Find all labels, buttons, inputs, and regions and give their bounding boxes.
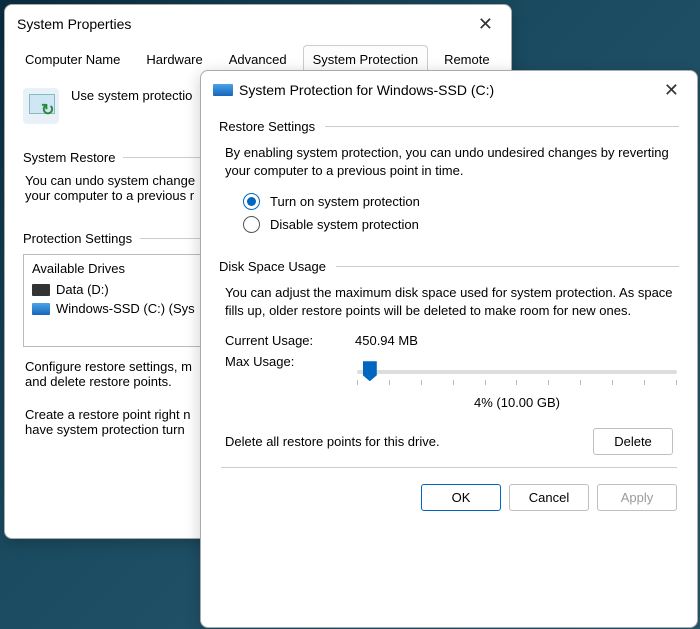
radio-label: Disable system protection: [270, 217, 419, 232]
dialog-title: System Protection for Windows-SSD (C:): [239, 82, 494, 98]
delete-button[interactable]: Delete: [593, 428, 673, 455]
drive-label: Windows-SSD (C:) (Sys: [56, 301, 195, 316]
restore-settings-desc: By enabling system protection, you can u…: [225, 144, 679, 179]
radio-icon: [243, 193, 260, 210]
radio-turn-on[interactable]: Turn on system protection: [243, 193, 679, 210]
radio-icon: [243, 216, 260, 233]
max-usage-label: Max Usage:: [225, 354, 345, 410]
section-restore-settings: Restore Settings: [219, 119, 679, 134]
ok-button[interactable]: OK: [421, 484, 501, 511]
group-label: System Restore: [23, 150, 115, 165]
group-label: Protection Settings: [23, 231, 132, 246]
drive-icon: [32, 303, 50, 315]
apply-button[interactable]: Apply: [597, 484, 677, 511]
max-usage-value: 4% (10.00 GB): [355, 395, 679, 410]
tab-computer-name[interactable]: Computer Name: [15, 45, 130, 74]
current-usage-label: Current Usage:: [225, 333, 345, 348]
drive-label: Data (D:): [56, 282, 109, 297]
radio-disable[interactable]: Disable system protection: [243, 216, 679, 233]
tab-hardware[interactable]: Hardware: [136, 45, 212, 74]
disk-space-desc: You can adjust the maximum disk space us…: [225, 284, 679, 319]
intro-text: Use system protectio: [71, 88, 192, 103]
window-title: System Properties: [17, 16, 131, 32]
section-label: Disk Space Usage: [219, 259, 326, 274]
titlebar: System Protection for Windows-SSD (C:) ✕: [201, 71, 697, 109]
cancel-button[interactable]: Cancel: [509, 484, 589, 511]
system-protection-dialog: System Protection for Windows-SSD (C:) ✕…: [200, 70, 698, 628]
delete-desc: Delete all restore points for this drive…: [225, 434, 440, 449]
system-restore-icon: [23, 88, 59, 124]
max-usage-slider[interactable]: 4% (10.00 GB): [355, 354, 679, 410]
close-icon[interactable]: ✕: [658, 79, 685, 101]
current-usage-value: 450.94 MB: [355, 333, 418, 348]
section-disk-space: Disk Space Usage: [219, 259, 679, 274]
drive-icon: [213, 84, 233, 96]
close-icon[interactable]: ✕: [472, 13, 499, 35]
drive-icon: [32, 284, 50, 296]
titlebar: System Properties ✕: [5, 5, 511, 43]
radio-label: Turn on system protection: [270, 194, 420, 209]
slider-thumb-icon[interactable]: [363, 361, 377, 381]
section-label: Restore Settings: [219, 119, 315, 134]
